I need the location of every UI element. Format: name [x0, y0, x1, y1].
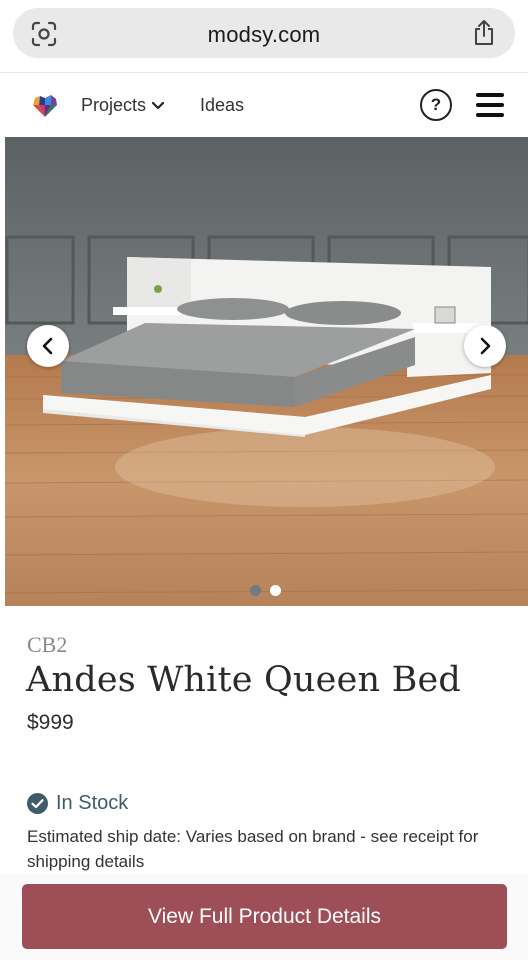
carousel-dot[interactable] [250, 585, 261, 596]
site-nav: Projects Ideas ? [0, 72, 528, 136]
chevron-right-icon [480, 337, 491, 355]
stock-status-label: In Stock [56, 792, 129, 814]
product-image-carousel[interactable] [5, 137, 528, 606]
view-product-details-button[interactable]: View Full Product Details [22, 884, 507, 949]
carousel-next-button[interactable] [464, 325, 506, 367]
nav-projects-label: Projects [81, 95, 147, 115]
check-circle-icon [27, 793, 48, 814]
carousel-indicator [250, 585, 281, 596]
url-text[interactable]: modsy.com [13, 22, 515, 48]
carousel-dot-active[interactable] [270, 585, 281, 596]
modsy-logo[interactable] [30, 91, 60, 119]
product-brand: CB2 [27, 632, 68, 657]
cta-bar: View Full Product Details [0, 874, 528, 960]
chevron-down-icon [152, 101, 165, 109]
ship-date-note: Estimated ship date: Varies based on bra… [27, 827, 479, 871]
carousel-prev-button[interactable] [27, 325, 69, 367]
address-bar[interactable]: modsy.com [13, 8, 515, 58]
product-price: $999 [27, 711, 74, 734]
hamburger-menu-icon[interactable] [476, 93, 504, 117]
share-icon[interactable] [471, 19, 497, 47]
product-title: Andes White Queen Bed [26, 660, 462, 700]
product-image [5, 137, 528, 606]
stock-status: In Stock [27, 792, 128, 815]
help-icon[interactable]: ? [420, 89, 452, 121]
chevron-left-icon [42, 337, 53, 355]
nav-ideas[interactable]: Ideas [200, 95, 244, 116]
nav-projects[interactable]: Projects [81, 95, 165, 116]
browser-chrome: modsy.com [0, 0, 528, 72]
